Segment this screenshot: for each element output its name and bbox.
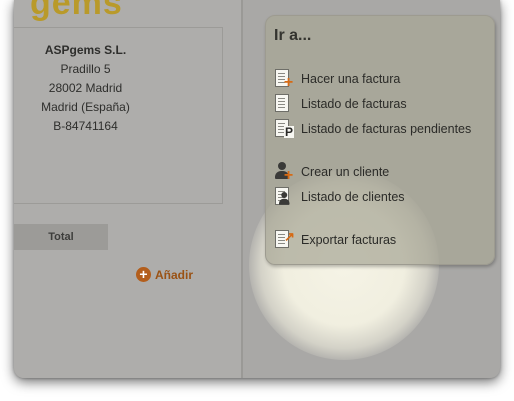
menu-item-invoice-list[interactable]: Listado de facturas [273,93,407,115]
company-city: 28002 Madrid [48,81,123,95]
menu-item-create-invoice[interactable]: + Hacer una factura [273,68,400,91]
company-logo: gems [30,0,123,22]
company-region: Madrid (España) [41,100,130,114]
menu-item-export-invoices[interactable]: ↗ Exportar facturas [273,229,396,251]
goto-panel: Ir a... + Hacer una factura Listado de f… [265,15,495,265]
invoice-list-icon [273,93,297,115]
invoice-add-icon: + [273,68,297,91]
company-name: ASPgems S.L. [44,43,127,57]
add-line-label: Añadir [155,267,194,282]
company-street: Pradillo 5 [60,62,111,76]
plus-circle-icon: + [136,267,151,282]
client-list-icon [273,186,297,208]
export-invoices-icon: ↗ [273,229,297,251]
add-line-button[interactable]: + Añadir [136,267,193,282]
invoice-pending-icon: P [273,118,297,140]
company-tax-id: B-84741164 [53,119,118,133]
company-info-box: ASPgems S.L. Pradillo 5 28002 Madrid Mad… [14,27,223,204]
invoice-panel: gems ASPgems S.L. Pradillo 5 28002 Madri… [14,0,243,378]
total-header: Total [14,224,108,250]
app-window: gems ASPgems S.L. Pradillo 5 28002 Madri… [14,0,500,378]
menu-item-pending-invoices[interactable]: P Listado de facturas pendientes [273,118,471,140]
menu-item-client-list[interactable]: Listado de clientes [273,186,405,208]
menu-item-create-client[interactable]: + Crear un cliente [273,161,389,184]
client-add-icon: + [273,161,297,184]
goto-title: Ir a... [274,27,312,44]
